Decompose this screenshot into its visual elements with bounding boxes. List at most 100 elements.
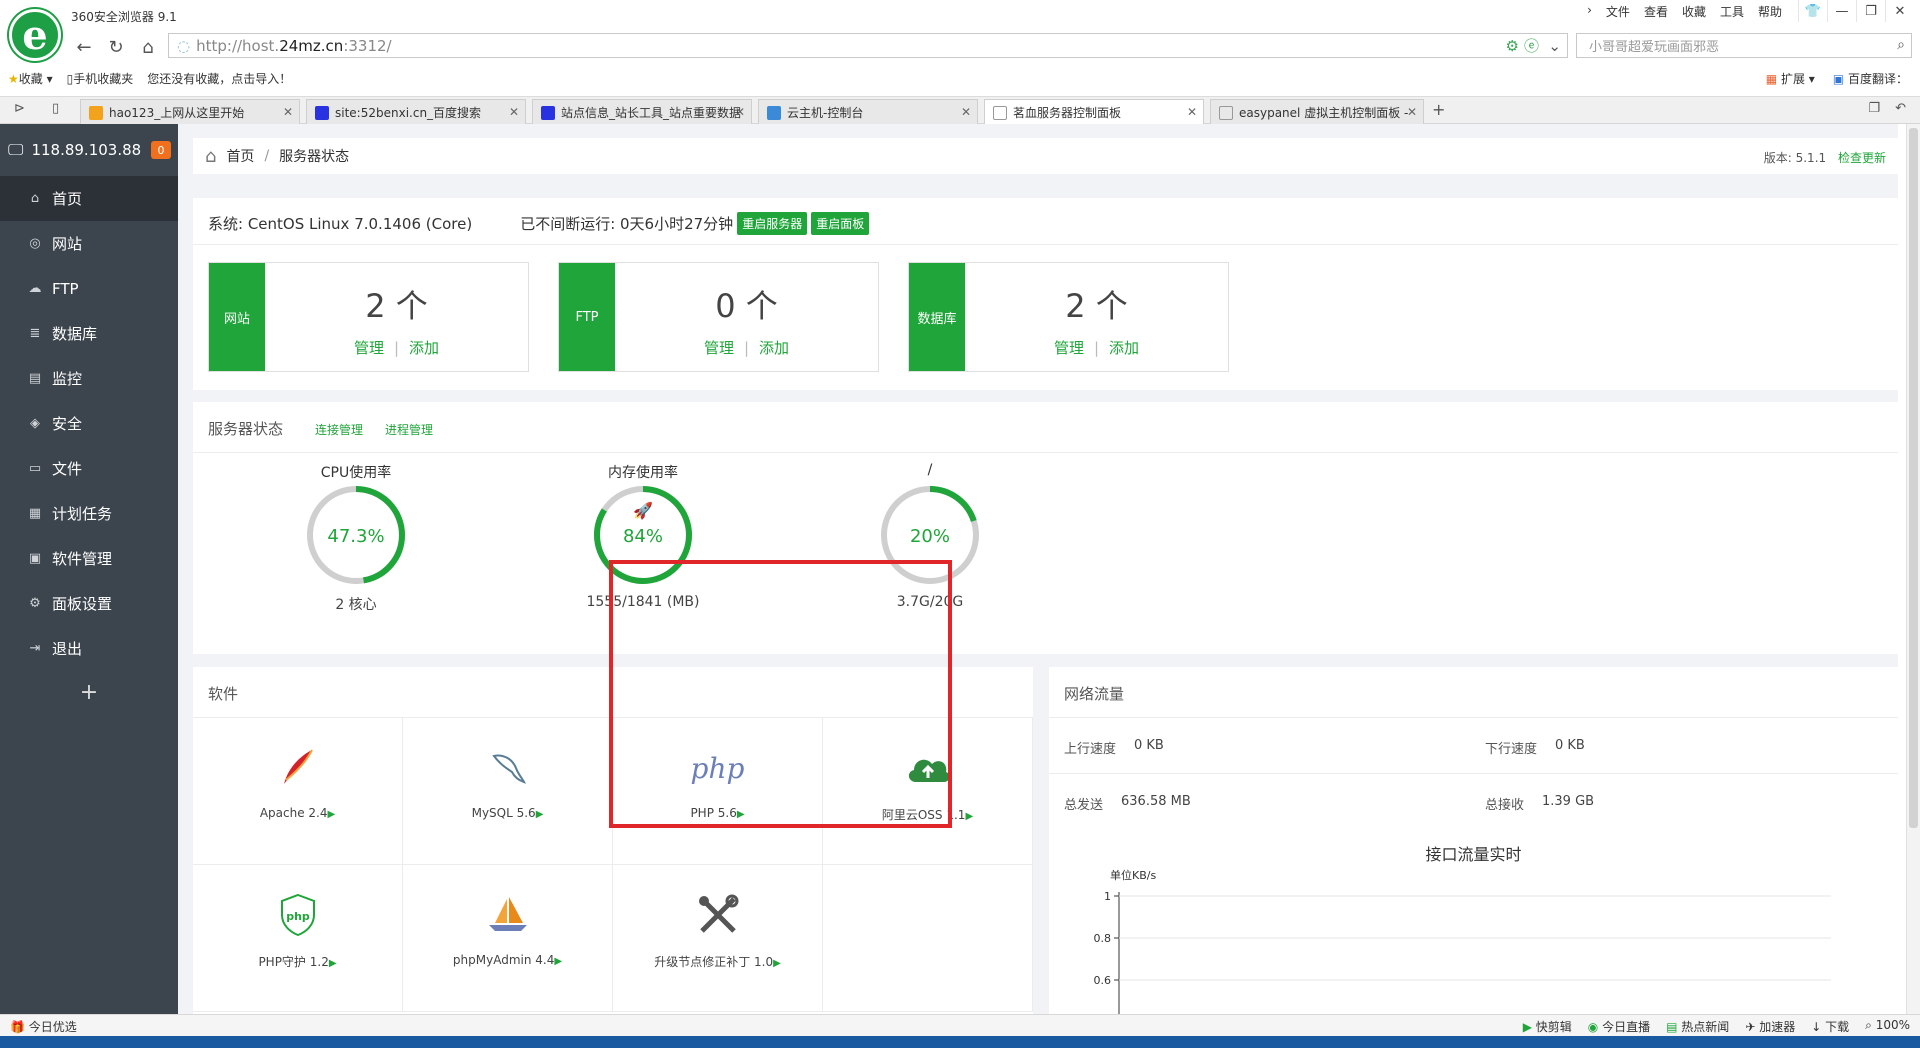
menu-arrow-icon[interactable]: › — [1587, 3, 1592, 20]
server-status-card: 服务器状态 连接管理 进程管理 CPU使用率 47.3% 2 核心 内存使用率 … — [193, 402, 1898, 654]
hot-news-button[interactable]: ▤ 热点新闻 — [1666, 1018, 1729, 1035]
add-database-link[interactable]: 添加 — [1109, 339, 1139, 357]
sidebar-item-1[interactable]: ◎ 网站 — [0, 221, 178, 266]
download-speed-label: 下行速度 — [1485, 742, 1538, 757]
page-scrollbar[interactable] — [1906, 124, 1920, 1014]
zoom-level[interactable]: ⌕ 100% — [1865, 1018, 1910, 1035]
download-button[interactable]: ↓ 下载 — [1811, 1018, 1849, 1035]
close-icon[interactable]: ✕ — [1885, 0, 1914, 22]
tab-hao123[interactable]: hao123_上网从这里开始 ✕ — [80, 99, 300, 125]
sidebar-item-5[interactable]: ◈ 安全 — [0, 401, 178, 446]
sidebar-item-6[interactable]: ▭ 文件 — [0, 446, 178, 491]
compat-icon[interactable]: ⓔ — [1524, 35, 1539, 56]
sidebar-item-9[interactable]: ⚙ 面板设置 — [0, 581, 178, 626]
software-apache[interactable]: Apache 2.4▶ — [193, 718, 403, 865]
maximize-icon[interactable]: ❐ — [1856, 0, 1885, 22]
tab-easypanel[interactable]: easypanel 虚拟主机控制面板 - ✕ — [1210, 99, 1424, 125]
tab-close-icon[interactable]: ✕ — [961, 105, 971, 119]
play-icon: ▶ — [773, 958, 781, 969]
live-button[interactable]: ◉ 今日直播 — [1588, 1018, 1650, 1035]
menu-tools[interactable]: 工具 — [1720, 3, 1744, 20]
sidebar-item-10[interactable]: ⇥ 退出 — [0, 626, 178, 671]
tab-list-icon[interactable]: ▯ — [52, 101, 59, 116]
software-mysql[interactable]: MySQL 5.6▶ — [403, 718, 613, 865]
home-icon[interactable]: ⌂ — [205, 146, 216, 167]
minimize-icon[interactable]: — — [1827, 0, 1856, 22]
tab-close-icon[interactable]: ✕ — [735, 105, 745, 119]
import-hint-link[interactable]: 您还没有收藏，点击导入！ — [147, 70, 291, 87]
manage-websites-link[interactable]: 管理 — [354, 339, 384, 357]
software-patch[interactable]: 升级节点修正补丁 1.0▶ — [613, 865, 823, 1012]
add-ftp-link[interactable]: 添加 — [759, 339, 789, 357]
scrollbar-thumb[interactable] — [1909, 128, 1918, 828]
back-icon[interactable]: ← — [72, 35, 96, 59]
mobile-favorites-link[interactable]: ▯手机收藏夹 — [67, 70, 134, 87]
quick-edit-button[interactable]: ▶ 快剪辑 — [1523, 1018, 1572, 1035]
url-domain: 24mz.cn — [279, 36, 344, 55]
tab-site-info[interactable]: 站点信息_站长工具_站点重要数据 ✕ — [532, 99, 752, 125]
sidebar-item-2[interactable]: ☁ FTP — [0, 266, 178, 311]
play-icon: ▶ — [327, 809, 336, 820]
tab-panel-active[interactable]: 茗血服务器控制面板 ✕ — [984, 99, 1204, 125]
browser-menu: › 文件 查看 收藏 工具 帮助 — [1587, 3, 1782, 20]
cpu-gauge[interactable]: CPU使用率 47.3% 2 核心 — [256, 462, 456, 614]
translate-button[interactable]: ▣ 百度翻译： — [1833, 70, 1908, 87]
sidebar-item-8[interactable]: ▣ 软件管理 — [0, 536, 178, 581]
sidebar-item-7[interactable]: ▦ 计划任务 — [0, 491, 178, 536]
sidebar-item-0[interactable]: ⌂ 首页 — [0, 176, 178, 221]
link-separator: | — [743, 339, 750, 357]
home-nav-icon[interactable]: ⌂ — [136, 35, 160, 59]
uptime-info: 已不间断运行: 0天6小时27分钟 — [520, 215, 734, 233]
favorites-button[interactable]: ★收藏 ▾ — [8, 70, 53, 87]
undo-close-icon[interactable]: ↶ — [1895, 101, 1906, 116]
menu-view[interactable]: 查看 — [1644, 3, 1668, 20]
rocket-icon[interactable]: 🚀 — [633, 501, 653, 520]
new-tab-icon[interactable]: + — [1432, 100, 1445, 119]
message-badge[interactable]: 0 — [151, 141, 171, 159]
menu-favorites[interactable]: 收藏 — [1682, 3, 1706, 20]
accelerator-button[interactable]: ✈ 加速器 — [1745, 1018, 1795, 1035]
tab-close-icon[interactable]: ✕ — [1407, 105, 1417, 119]
system-overview-card: 系统: CentOS Linux 7.0.1406 (Core) 已不间断运行:… — [193, 198, 1898, 390]
tab-close-icon[interactable]: ✕ — [1187, 105, 1197, 119]
software-phpmyadmin[interactable]: phpMyAdmin 4.4▶ — [403, 865, 613, 1012]
search-icon[interactable]: ⌕ — [1897, 37, 1905, 53]
restart-panel-button[interactable]: 重启面板 — [811, 212, 870, 235]
process-manage-link[interactable]: 进程管理 — [385, 421, 433, 438]
sidebar-item-label: 软件管理 — [52, 550, 113, 568]
url-dropdown-icon[interactable]: ⌄ — [1548, 37, 1561, 55]
tab-restore-icon[interactable]: ❐ — [1868, 101, 1880, 116]
add-shortcut-button[interactable]: + — [0, 671, 178, 713]
menu-file[interactable]: 文件 — [1606, 3, 1630, 20]
sidebar-toggle-icon[interactable]: ⊳ — [14, 101, 25, 116]
rocket-small-icon: ✈ — [1745, 1020, 1756, 1034]
sidebar-item-3[interactable]: ≣ 数据库 — [0, 311, 178, 356]
connection-manage-link[interactable]: 连接管理 — [315, 421, 363, 438]
skin-icon[interactable]: 👕 — [1798, 0, 1827, 22]
gauge-title: CPU使用率 — [320, 465, 392, 481]
refresh-icon[interactable]: ↻ — [104, 35, 128, 59]
stat-label: 数据库 — [909, 263, 965, 371]
software-php-guard[interactable]: php PHP守护 1.2▶ — [193, 865, 403, 1012]
manage-ftp-link[interactable]: 管理 — [704, 339, 734, 357]
tab-cloud-console[interactable]: 云主机-控制台 ✕ — [758, 99, 978, 125]
restart-server-button[interactable]: 重启服务器 — [737, 212, 808, 235]
sidebar-item-4[interactable]: ▤ 监控 — [0, 356, 178, 401]
gauge-value: 20% — [910, 526, 950, 547]
today-picks[interactable]: 🎁 今日优选 — [10, 1018, 77, 1035]
url-input[interactable]: ◌ http://host. 24mz.cn:3312/ ⚙ ⓔ ⌄ — [168, 33, 1568, 58]
link-separator: | — [393, 339, 400, 357]
check-update-link[interactable]: 检查更新 — [1838, 151, 1886, 165]
search-input[interactable]: 小哥哥超爱玩画面邪恶 ⌕ — [1576, 33, 1912, 58]
tab-close-icon[interactable]: ✕ — [283, 105, 293, 119]
speed-icon[interactable]: ⚙ — [1506, 37, 1519, 55]
extensions-button[interactable]: ▦ 扩展 ▾ — [1766, 70, 1815, 87]
add-website-link[interactable]: 添加 — [409, 339, 439, 357]
breadcrumb-separator: / — [264, 148, 270, 164]
breadcrumb-home[interactable]: 首页 — [226, 146, 254, 166]
shield-icon: ◈ — [30, 416, 40, 431]
manage-database-link[interactable]: 管理 — [1054, 339, 1084, 357]
menu-help[interactable]: 帮助 — [1758, 3, 1782, 20]
tab-baidu-search[interactable]: site:52benxi.cn_百度搜索 ✕ — [306, 99, 526, 125]
tab-close-icon[interactable]: ✕ — [509, 105, 519, 119]
